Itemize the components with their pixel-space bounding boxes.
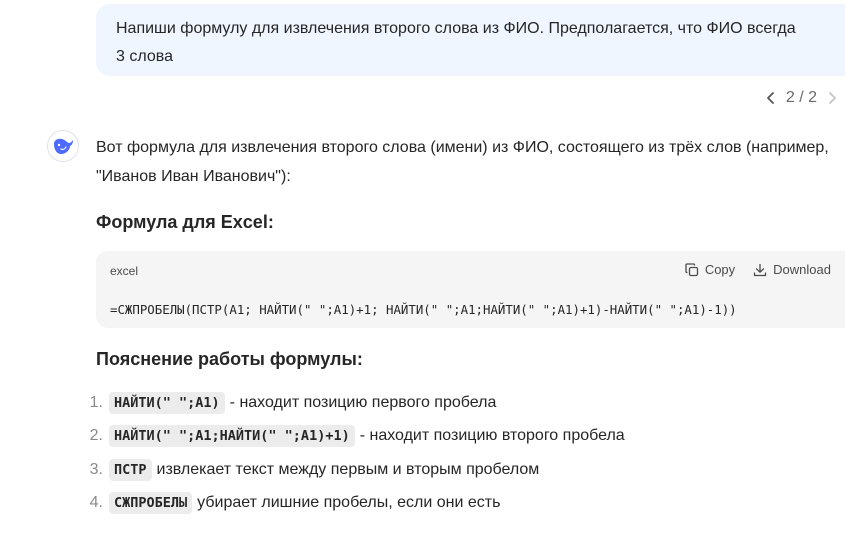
code-block: excel Copy Download =СЖПРОБЕЛЫ(ПСТР(A1; … bbox=[96, 251, 845, 328]
download-label: Download bbox=[773, 262, 831, 277]
explanation-heading: Пояснение работы формулы: bbox=[96, 349, 363, 369]
inline-code: НАЙТИ(" ";A1) bbox=[109, 391, 225, 414]
list-item-number: 3. bbox=[89, 460, 103, 478]
list-item-text: убирает лишние пробелы, если они есть bbox=[197, 494, 501, 512]
assistant-avatar bbox=[47, 130, 79, 162]
list-item: 1. НАЙТИ(" ";A1) - находит позицию перво… bbox=[90, 386, 841, 420]
chevron-left-icon[interactable] bbox=[762, 86, 780, 110]
list-item: 3. ПСТР извлекает текст между первым и в… bbox=[90, 453, 841, 487]
response-pager: 2 / 2 bbox=[762, 86, 841, 110]
formula-heading: Формула для Excel: bbox=[96, 212, 274, 232]
list-item-text: - находит позицию первого пробела bbox=[229, 393, 497, 411]
copy-button[interactable]: Copy bbox=[685, 262, 735, 277]
download-button[interactable]: Download bbox=[753, 262, 831, 277]
list-item: 4. СЖПРОБЕЛЫ убирает лишние пробелы, есл… bbox=[90, 487, 841, 521]
inline-code: НАЙТИ(" ";A1;НАЙТИ(" ";A1)+1) bbox=[109, 425, 355, 448]
inline-code: ПСТР bbox=[109, 458, 152, 481]
list-item-text: - находит позицию второго пробела bbox=[359, 427, 625, 445]
list-item: 2. НАЙТИ(" ";A1;НАЙТИ(" ";A1)+1) - наход… bbox=[90, 420, 841, 454]
list-item-number: 1. bbox=[89, 393, 103, 411]
chevron-right-icon[interactable] bbox=[823, 86, 841, 110]
list-item-number: 2. bbox=[89, 427, 103, 445]
code-text: =СЖПРОБЕЛЫ(ПСТР(A1; НАЙТИ(" ";A1)+1; НАЙ… bbox=[110, 302, 737, 317]
assistant-intro-text: Вот формула для извлечения второго слова… bbox=[96, 139, 829, 185]
user-message-text: Напиши формулу для извлечения второго сл… bbox=[116, 20, 796, 65]
list-item-number: 4. bbox=[89, 494, 103, 512]
user-message-bubble: Напиши формулу для извлечения второго сл… bbox=[96, 4, 845, 76]
inline-code: СЖПРОБЕЛЫ bbox=[109, 492, 193, 515]
download-icon bbox=[754, 263, 767, 276]
copy-label: Copy bbox=[704, 262, 736, 277]
code-language-label: excel bbox=[110, 264, 139, 278]
code-actions: Copy Download bbox=[685, 262, 831, 277]
explanation-list: 1. НАЙТИ(" ";A1) - находит позицию перво… bbox=[90, 386, 841, 521]
whale-logo-icon bbox=[54, 138, 73, 154]
copy-icon bbox=[685, 262, 698, 276]
list-item-text: извлекает текст между первым и вторым пр… bbox=[156, 460, 540, 478]
pager-label: 2 / 2 bbox=[785, 89, 817, 106]
